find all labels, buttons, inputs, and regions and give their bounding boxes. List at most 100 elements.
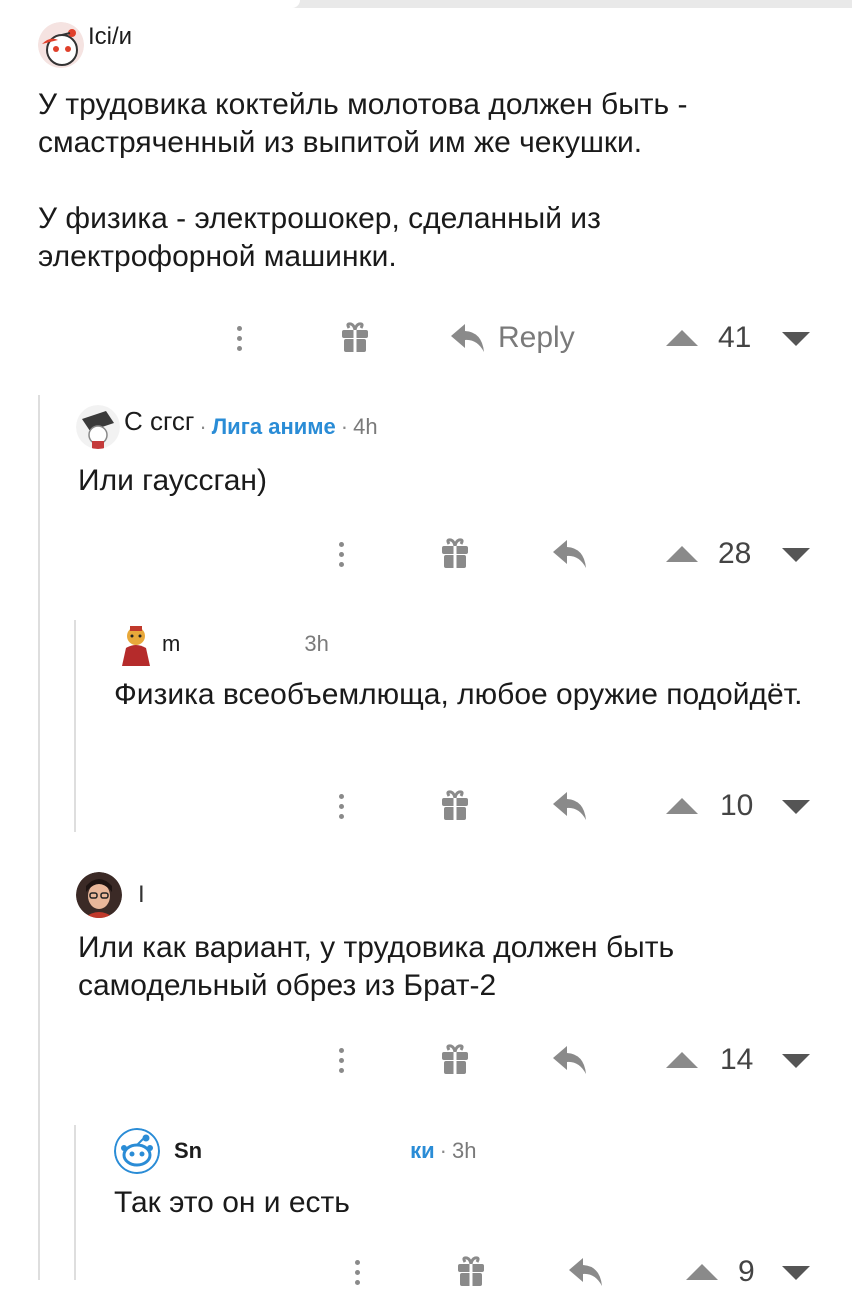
avatar[interactable] xyxy=(38,22,84,68)
reply-arrow-icon xyxy=(451,324,484,352)
upvote-arrow-icon xyxy=(686,1264,718,1280)
reply-arrow-icon xyxy=(553,540,586,568)
gift-icon xyxy=(342,322,368,352)
downvote-arrow-icon xyxy=(782,332,810,346)
upvote-arrow-icon xyxy=(666,798,698,814)
downvote-arrow-icon xyxy=(782,800,810,814)
timestamp: 3h xyxy=(452,1138,477,1163)
comment-body: У трудовика коктейль молотова должен быт… xyxy=(38,86,818,276)
comment-meta: I xyxy=(76,872,145,918)
score-value: 28 xyxy=(718,537,752,570)
score: 41 xyxy=(718,318,751,358)
top-edge-notch xyxy=(0,0,300,8)
upvote-button[interactable] xyxy=(666,546,698,562)
reply-button[interactable] xyxy=(552,538,588,570)
downvote-button[interactable] xyxy=(782,1266,810,1280)
thread-line-level-1 xyxy=(38,395,40,1280)
score: 10 xyxy=(720,786,753,826)
award-button[interactable] xyxy=(340,322,370,354)
comment-body: Физика всеобъемлюща, любое оружие подойд… xyxy=(114,676,814,714)
reply-arrow-icon xyxy=(569,1258,602,1286)
comment-actions: 9 xyxy=(0,1252,852,1292)
username[interactable]: Ici/и xyxy=(88,23,132,51)
more-button[interactable] xyxy=(338,534,344,574)
comment-actions: 10 xyxy=(0,786,852,826)
gift-icon xyxy=(442,538,468,568)
upvote-arrow-icon xyxy=(666,330,698,346)
comment-meta: С сгсг · Лига аниме · 4h xyxy=(76,405,378,449)
award-button[interactable] xyxy=(440,790,470,822)
downvote-button[interactable] xyxy=(782,548,810,562)
downvote-button[interactable] xyxy=(782,332,810,346)
downvote-button[interactable] xyxy=(782,1054,810,1068)
gift-icon xyxy=(442,1044,468,1074)
comment-body: Так это он и есть xyxy=(114,1184,814,1222)
top-edge xyxy=(0,0,852,8)
score-value: 10 xyxy=(720,789,754,822)
downvote-arrow-icon xyxy=(782,1054,810,1068)
award-button[interactable] xyxy=(440,1044,470,1076)
reply-button[interactable]: Reply xyxy=(450,318,575,358)
reply-arrow-icon xyxy=(553,792,586,820)
gift-icon xyxy=(442,790,468,820)
more-vertical-icon xyxy=(338,1047,344,1073)
avatar[interactable] xyxy=(76,405,120,449)
timestamp: 4h xyxy=(353,414,378,439)
comment-paragraph: Или как вариант, у трудовика должен быть… xyxy=(78,931,675,1002)
more-vertical-icon xyxy=(236,325,242,351)
comment-paragraph: У трудовика коктейль молотова должен быт… xyxy=(38,88,688,159)
community-link[interactable]: ки xyxy=(410,1138,435,1164)
comment-paragraph: Так это он и есть xyxy=(114,1186,350,1219)
username[interactable]: m xyxy=(162,631,180,657)
separator-dot: · xyxy=(199,414,207,439)
comment-paragraph: Физика всеобъемлюща, любое оружие подойд… xyxy=(114,678,803,711)
award-button[interactable] xyxy=(456,1256,486,1288)
upvote-button[interactable] xyxy=(666,798,698,814)
reply-button[interactable] xyxy=(552,1044,588,1076)
username[interactable]: С сгсг xyxy=(124,406,194,437)
more-button[interactable] xyxy=(338,786,344,826)
comment-body: Или как вариант, у трудовика должен быть… xyxy=(78,929,818,1005)
score-value: 41 xyxy=(718,321,752,354)
comment-actions: 28 xyxy=(0,534,852,574)
comment-meta: m 3h xyxy=(114,622,329,666)
username[interactable]: Sn xyxy=(174,1138,202,1164)
upvote-button[interactable] xyxy=(666,330,698,346)
comment-paragraph: Или гауссган) xyxy=(78,464,267,497)
more-button[interactable] xyxy=(236,318,242,358)
comment-meta: Sn ки · 3h xyxy=(114,1128,476,1174)
downvote-arrow-icon xyxy=(782,548,810,562)
more-vertical-icon xyxy=(338,541,344,567)
score: 14 xyxy=(720,1040,753,1080)
upvote-arrow-icon xyxy=(666,546,698,562)
more-vertical-icon xyxy=(338,793,344,819)
more-vertical-icon xyxy=(354,1259,360,1285)
separator-dot: · xyxy=(340,414,349,439)
reply-button[interactable] xyxy=(568,1256,604,1288)
avatar[interactable] xyxy=(114,622,158,666)
avatar[interactable] xyxy=(114,1128,160,1174)
reply-arrow-icon xyxy=(553,1046,586,1074)
score: 9 xyxy=(738,1252,755,1292)
separator-dot: · xyxy=(439,1138,447,1163)
comment-body: Или гауссган) xyxy=(78,462,818,500)
upvote-button[interactable] xyxy=(666,1052,698,1068)
more-button[interactable] xyxy=(338,1040,344,1080)
score: 28 xyxy=(718,534,751,574)
more-button[interactable] xyxy=(354,1252,360,1292)
comment-actions: 14 xyxy=(0,1040,852,1080)
upvote-button[interactable] xyxy=(686,1264,718,1280)
comment-actions: Reply 41 xyxy=(0,318,852,358)
reply-button[interactable] xyxy=(552,790,588,822)
downvote-arrow-icon xyxy=(782,1266,810,1280)
avatar[interactable] xyxy=(76,872,122,918)
username[interactable]: I xyxy=(138,881,145,909)
community-link[interactable]: Лига аниме xyxy=(212,414,336,440)
downvote-button[interactable] xyxy=(782,800,810,814)
comment-paragraph: У физика - электрошокер, сделанный из эл… xyxy=(38,202,601,273)
score-value: 14 xyxy=(720,1043,754,1076)
upvote-arrow-icon xyxy=(666,1052,698,1068)
score-value: 9 xyxy=(738,1255,755,1288)
award-button[interactable] xyxy=(440,538,470,570)
gift-icon xyxy=(458,1256,484,1286)
